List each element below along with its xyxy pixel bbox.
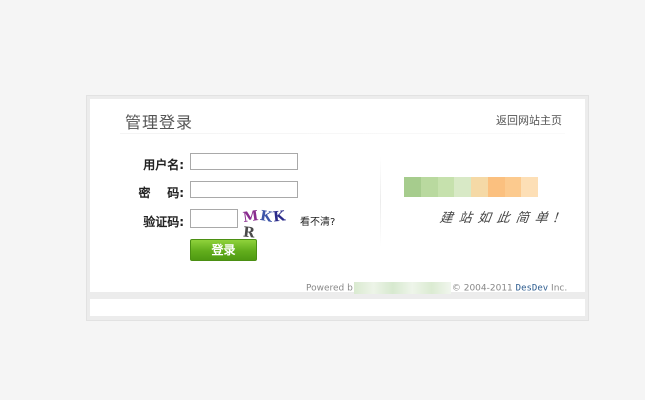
brand-logo-block bbox=[521, 177, 538, 197]
brand-logo bbox=[404, 177, 538, 197]
captcha-input[interactable] bbox=[190, 209, 238, 228]
home-link[interactable]: 返回网站主页 bbox=[496, 112, 562, 128]
footer-copyright: Powered b © 2004-2011 DesDev Inc. bbox=[306, 282, 567, 294]
page-title: 管理登录 bbox=[125, 113, 194, 132]
brand-logo-block bbox=[454, 177, 471, 197]
brand-logo-block bbox=[487, 177, 505, 197]
footer-blurred-logo bbox=[353, 282, 451, 294]
username-label: 用户名: bbox=[143, 158, 184, 172]
brand-logo-block bbox=[437, 177, 455, 197]
login-button[interactable]: 登录 bbox=[190, 239, 257, 261]
username-input[interactable] bbox=[190, 153, 298, 170]
captcha-char: K bbox=[271, 208, 287, 226]
captcha-label: 验证码: bbox=[143, 215, 184, 229]
title-divider bbox=[120, 133, 565, 134]
password-label: 密 码: bbox=[138, 186, 184, 200]
brand-logo-block bbox=[504, 177, 522, 197]
copyright-icon: © bbox=[451, 283, 464, 294]
login-panel: 管理登录 返回网站主页 用户名: 密 码: 验证码: MKKR 看不清? 登录 … bbox=[86, 95, 589, 321]
page: 管理登录 返回网站主页 用户名: 密 码: 验证码: MKKR 看不清? 登录 … bbox=[0, 0, 645, 400]
brand-logo-block bbox=[404, 177, 421, 197]
refresh-captcha-link[interactable]: 看不清? bbox=[300, 213, 335, 228]
vertical-divider bbox=[380, 157, 381, 247]
footer-years: 2004-2011 bbox=[463, 283, 513, 294]
footer-powered: Powered b bbox=[306, 283, 353, 294]
captcha-image[interactable]: MKKR bbox=[242, 208, 292, 242]
brand-logo-block bbox=[471, 177, 488, 197]
panel-footer-bar bbox=[90, 299, 585, 316]
footer-suffix: Inc. bbox=[551, 283, 568, 294]
login-card: 管理登录 返回网站主页 用户名: 密 码: 验证码: MKKR 看不清? 登录 … bbox=[90, 99, 585, 294]
brand-slogan: 建站如此简单! bbox=[438, 211, 567, 226]
brand-logo-block bbox=[420, 177, 438, 197]
password-input[interactable] bbox=[190, 181, 298, 198]
footer-brand-link[interactable]: DesDev bbox=[516, 284, 549, 294]
